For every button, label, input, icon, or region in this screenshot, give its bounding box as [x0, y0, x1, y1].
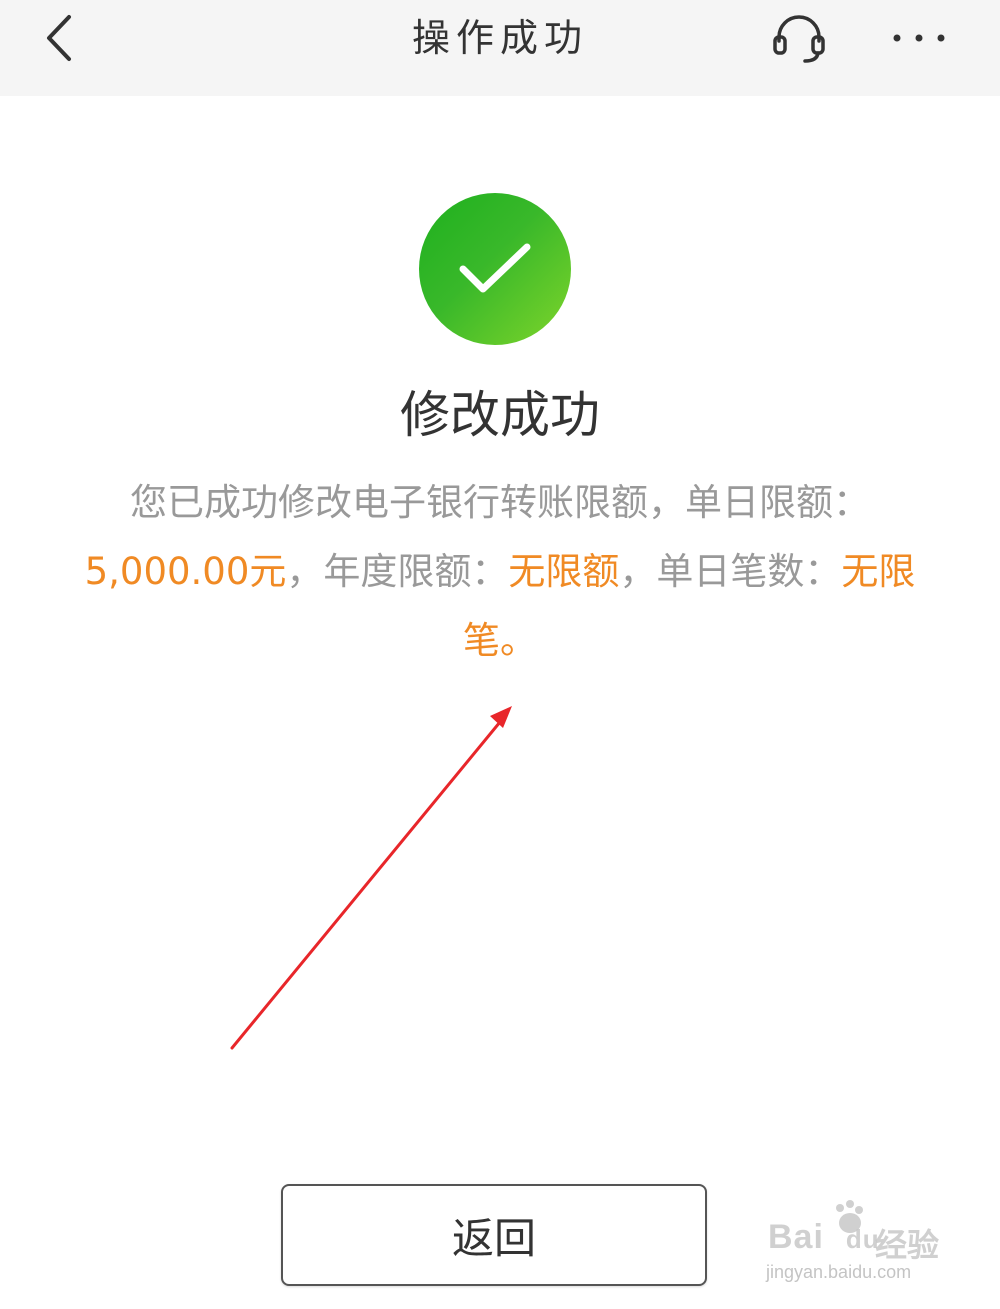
more-options-button[interactable] — [884, 10, 954, 66]
desc-separator-annual: ，年度限额： — [286, 550, 509, 593]
watermark-cn: 经验 — [875, 1226, 940, 1264]
page: 操作成功 修改成功 您已成功修改电子银行转账限额，单日限额：5,000.00元，… — [0, 0, 1000, 1309]
paw-logo-icon — [836, 1200, 863, 1233]
back-button[interactable] — [30, 8, 90, 68]
customer-service-button[interactable] — [768, 10, 830, 66]
watermark-brand: Bai du — [768, 1218, 880, 1257]
result-title: 修改成功 — [400, 386, 600, 444]
page-title: 操作成功 — [411, 16, 588, 60]
more-horizontal-icon — [893, 34, 945, 42]
checkmark-icon — [459, 243, 531, 293]
watermark-url: jingyan.baidu.com — [766, 1262, 912, 1282]
top-navigation-bar: 操作成功 — [0, 0, 1000, 96]
return-button[interactable]: 返回 — [281, 1184, 707, 1286]
desc-prefix: 您已成功修改电子银行转账限额，单日限额： — [130, 481, 870, 524]
desc-suffix: 。 — [500, 619, 537, 662]
baidu-jingyan-watermark: Bai du 经验 jingyan.baidu.com — [760, 1196, 990, 1296]
chevron-left-icon — [47, 15, 71, 61]
annual-limit-value: 无限额 — [508, 550, 620, 593]
result-description: 您已成功修改电子银行转账限额，单日限额： 5,000.00元，年度限额：无限额，单… — [80, 468, 920, 675]
daily-limit-value: 5,000.00元 — [84, 550, 287, 593]
watermark-brand-head: Bai — [768, 1218, 824, 1256]
headset-icon — [773, 15, 825, 63]
watermark-brand-tail: du — [845, 1224, 880, 1254]
desc-separator-count: ，单日笔数： — [619, 550, 842, 593]
success-check-icon — [419, 193, 571, 345]
